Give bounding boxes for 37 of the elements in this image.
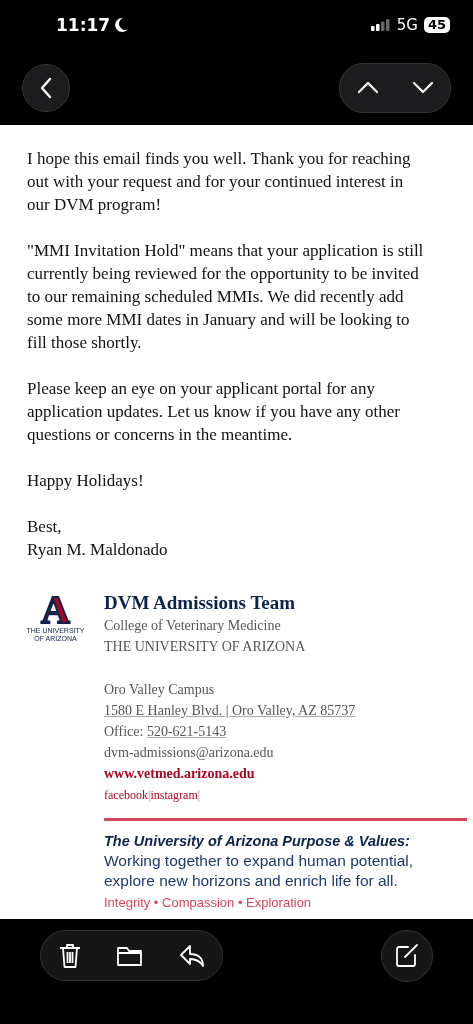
address-link[interactable]: 1580 E Hanley Blvd. | Oro Valley, AZ 85737 (104, 703, 356, 718)
folder-icon (116, 944, 145, 967)
down-icon (411, 81, 434, 94)
values-text: Working together to expand human potential, explore new horizons and enrich life for all. (104, 851, 415, 891)
back-button[interactable] (22, 63, 70, 112)
email-paragraph: "MMI Invitation Hold" means that your application is still currently being reviewed for the opportunity to be invited to our remaining scheduled MMIs. We did recently add some more MMI dates in January and will be looking to fill those shortly. (27, 240, 425, 354)
back-icon (39, 76, 53, 99)
values-heading: The University of Arizona Purpose & Values: (104, 832, 411, 851)
closing-line: Ryan M. Maldonado (27, 539, 169, 561)
separator: | (197, 788, 201, 802)
website-link[interactable]: www.vetmed.arizona.edu (104, 766, 255, 781)
separator: | (148, 788, 151, 802)
logo-letter: A (41, 593, 70, 627)
email-paragraph: Happy Holidays! (27, 470, 145, 492)
signature-line: THE UNIVERSITY OF ARIZONA (104, 638, 307, 656)
signature-title: DVM Admissions Team (104, 591, 297, 615)
email-address: dvm-admissions@arizona.edu (104, 744, 275, 762)
status-time: 11:17 (56, 15, 111, 35)
closing-line: Best, (27, 516, 63, 538)
compose-button[interactable] (381, 930, 433, 982)
network-label: 5G (396, 16, 418, 34)
email-paragraph: Please keep an eye on your applicant portal for any application updates. Let us know if you have any other questions or concerns in the meantime. (27, 378, 401, 446)
reply-icon (178, 943, 205, 968)
battery-level: 45 (423, 17, 450, 33)
office-label: Office: (104, 724, 144, 739)
trash-icon (58, 942, 83, 969)
social-link[interactable]: instagram (150, 788, 198, 802)
social-link[interactable]: facebook (104, 788, 148, 802)
compose-icon (394, 943, 420, 969)
signature-line: College of Veterinary Medicine (104, 617, 282, 635)
phone-link[interactable]: 520-621-5143 (146, 724, 227, 739)
values-list: Integrity • Compassion • Exploration (104, 895, 467, 911)
moon-icon (114, 17, 129, 33)
signal-icon (370, 19, 391, 31)
email-paragraph: I hope this email finds you well. Thank you for reaching out with your request and for your continued interest in our DVM program! (27, 148, 412, 216)
campus-name: Oro Valley Campus (104, 681, 216, 699)
up-icon (356, 81, 379, 94)
